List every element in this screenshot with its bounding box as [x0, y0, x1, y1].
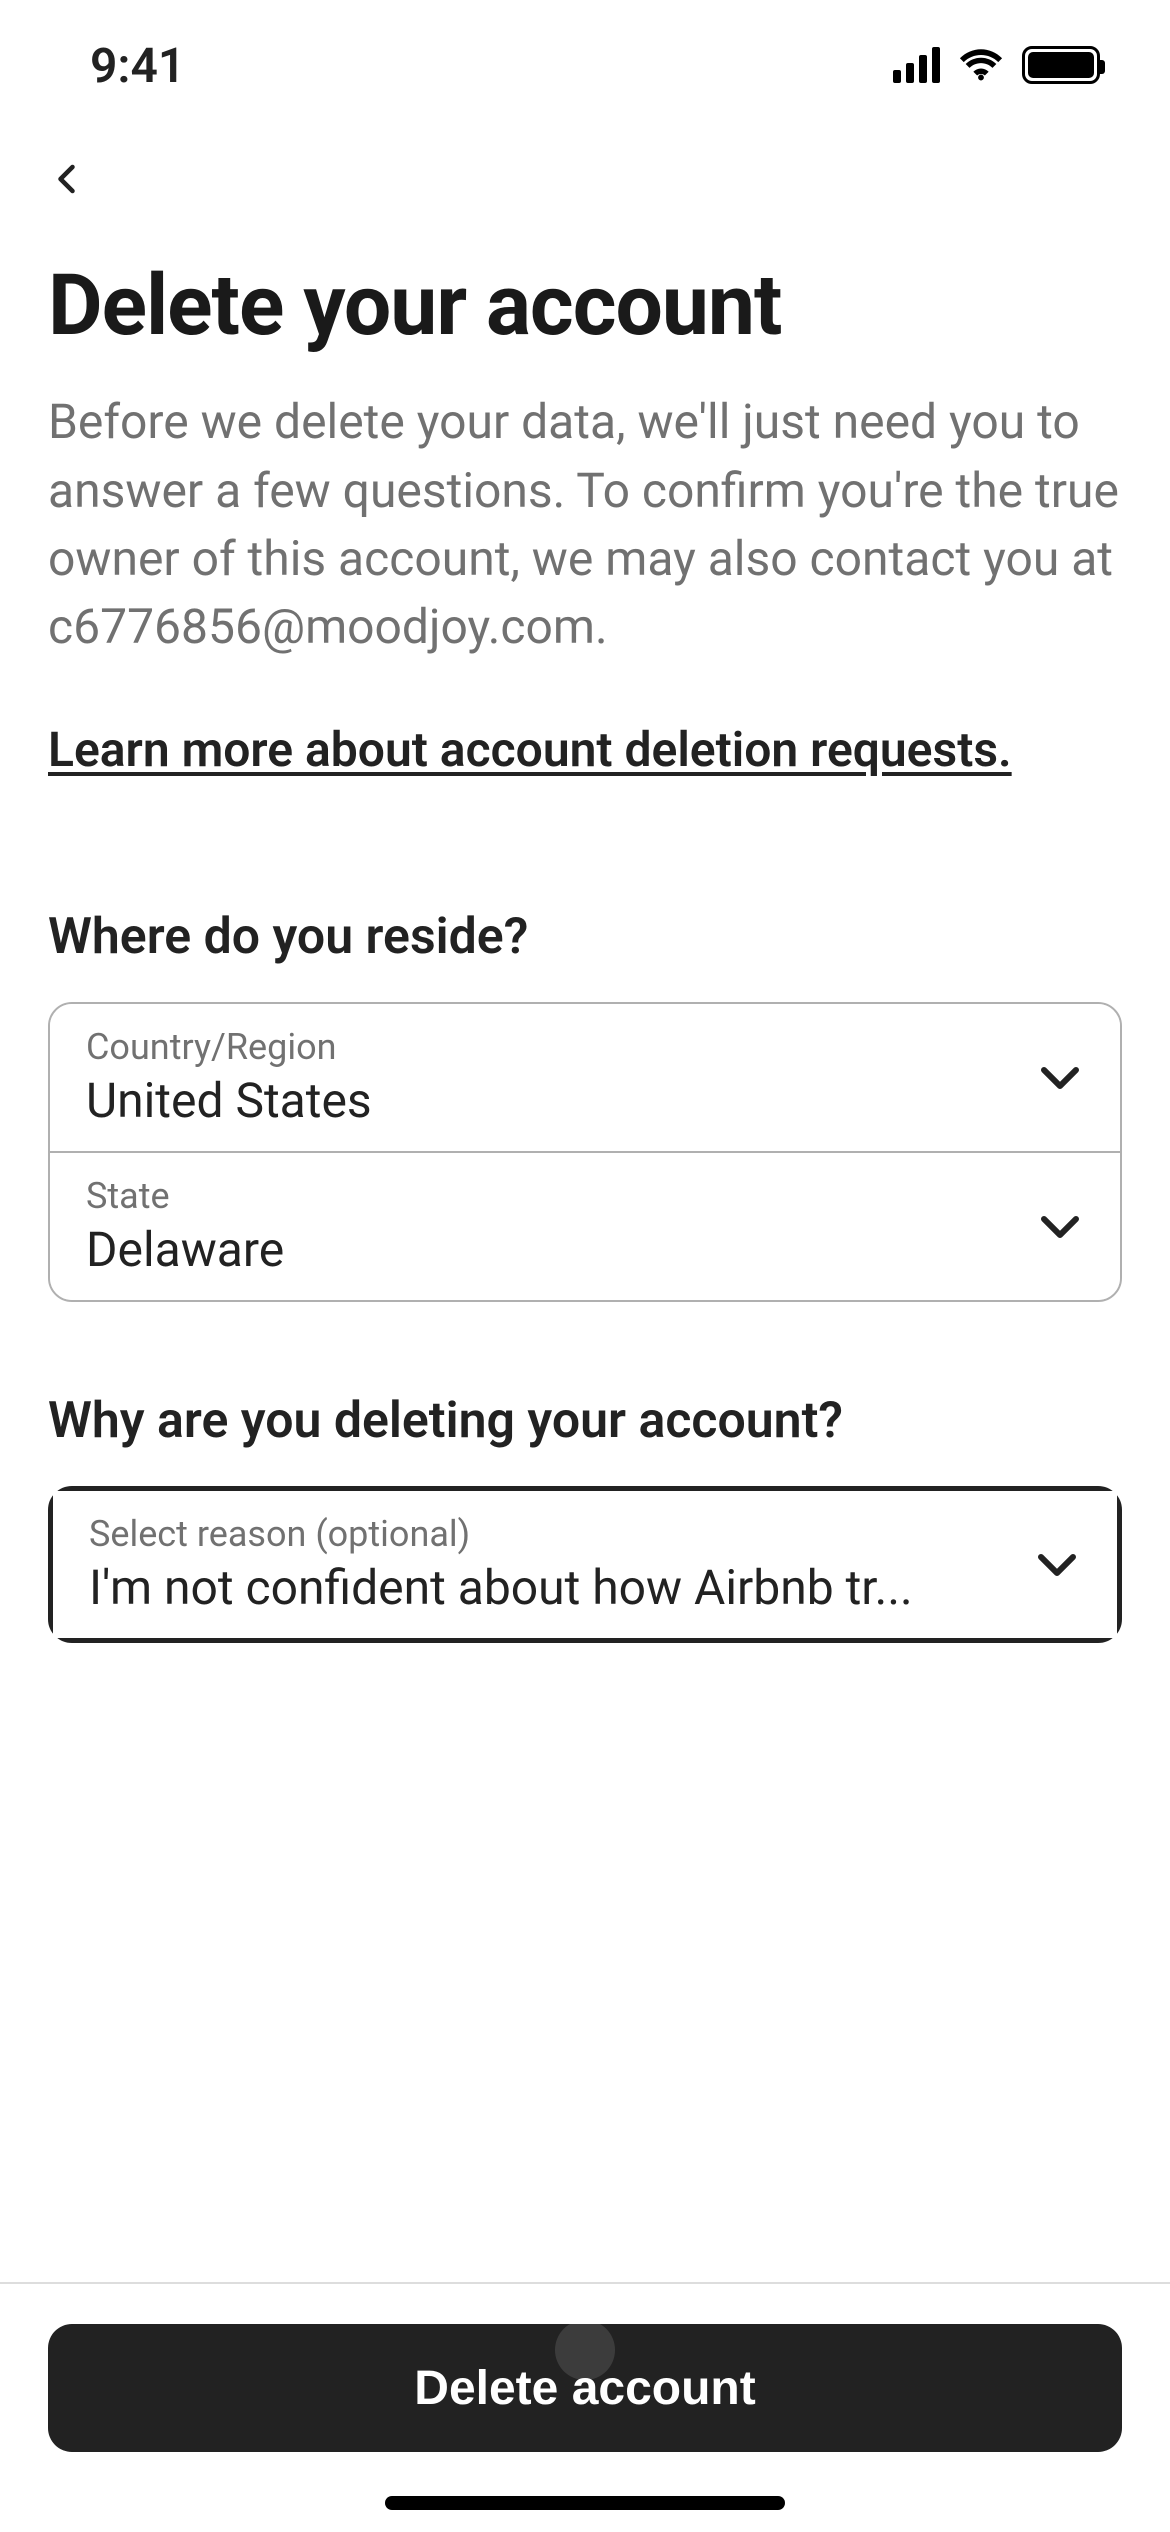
state-field-label: State — [86, 1175, 284, 1217]
page-description: Before we delete your data, we'll just n… — [48, 388, 1122, 661]
state-field-value: Delaware — [86, 1221, 284, 1278]
chevron-left-icon — [50, 161, 86, 200]
reason-field-value: I'm not confident about how Airbnb tr... — [89, 1559, 913, 1616]
learn-more-link[interactable]: Learn more about account deletion reques… — [48, 721, 1012, 778]
country-select[interactable]: Country/Region United States — [50, 1004, 1120, 1153]
bottom-bar: Delete account — [0, 2282, 1170, 2532]
page-description-suffix: . — [595, 598, 608, 655]
reason-field-label: Select reason (optional) — [89, 1513, 913, 1555]
tap-indicator — [555, 2320, 615, 2380]
country-field-value: United States — [86, 1072, 372, 1129]
residence-label: Where do you reside? — [48, 908, 1122, 966]
delete-account-button[interactable]: Delete account — [48, 2324, 1122, 2452]
status-icons — [893, 42, 1100, 88]
wifi-icon — [958, 42, 1004, 88]
country-field-label: Country/Region — [86, 1026, 372, 1068]
page-title: Delete your account — [48, 260, 1122, 352]
residence-select-group: Country/Region United States State Delaw… — [48, 1002, 1122, 1302]
chevron-down-icon — [1036, 1203, 1084, 1251]
reason-section: Why are you deleting your account? Selec… — [48, 1392, 1122, 1643]
reason-label: Why are you deleting your account? — [48, 1392, 1122, 1450]
state-select[interactable]: State Delaware — [50, 1153, 1120, 1300]
reason-select-wrapper: Select reason (optional) I'm not confide… — [48, 1486, 1122, 1643]
main-content: Delete your account Before we delete you… — [0, 220, 1170, 1643]
contact-email: c6776856@moodjoy.com — [48, 598, 595, 655]
back-button[interactable] — [38, 150, 98, 210]
chevron-down-icon — [1033, 1541, 1081, 1589]
chevron-down-icon — [1036, 1054, 1084, 1102]
nav-bar — [0, 130, 1170, 220]
residence-section: Where do you reside? Country/Region Unit… — [48, 908, 1122, 1302]
battery-icon — [1022, 46, 1100, 84]
page-description-text: Before we delete your data, we'll just n… — [48, 393, 1119, 586]
home-indicator — [385, 2496, 785, 2510]
status-time: 9:41 — [90, 37, 185, 94]
reason-select[interactable]: Select reason (optional) I'm not confide… — [53, 1491, 1117, 1638]
cellular-icon — [893, 47, 940, 83]
status-bar: 9:41 — [0, 0, 1170, 130]
